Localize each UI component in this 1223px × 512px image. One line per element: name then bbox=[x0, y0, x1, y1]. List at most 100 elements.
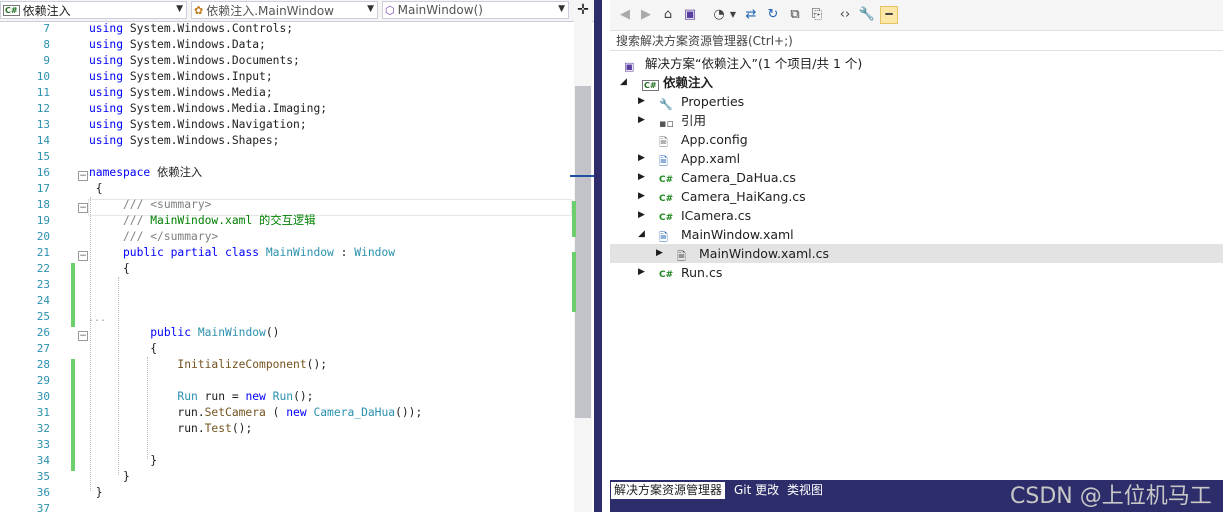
code-line[interactable]: { bbox=[89, 261, 130, 277]
code-line[interactable]: namespace 依赖注入 bbox=[89, 165, 202, 181]
scrollbar-change-mark bbox=[572, 201, 576, 237]
sync-icon[interactable]: ⇄ bbox=[742, 6, 760, 24]
code-token: { bbox=[89, 262, 130, 275]
collapse-icon[interactable]: − bbox=[78, 251, 88, 261]
code-token: using bbox=[89, 54, 124, 67]
class-dropdown[interactable]: ✿ 依赖注入.MainWindow ▼ bbox=[191, 1, 378, 19]
tree-item-solution[interactable]: ▣ 解决方案“依赖注入”(1 个项目/共 1 个) bbox=[610, 54, 1223, 73]
tree-item[interactable]: ▶ C# Camera_DaHua.cs bbox=[610, 168, 1223, 187]
chevron-down-icon[interactable]: ▼ bbox=[724, 6, 742, 24]
collapse-all-icon[interactable]: ⧉ bbox=[786, 6, 804, 24]
code-token: public bbox=[89, 326, 192, 339]
properties-wrench-icon[interactable]: 🔧 bbox=[858, 6, 876, 24]
code-token: using bbox=[89, 102, 124, 115]
collapse-icon[interactable]: − bbox=[78, 331, 88, 341]
scrollbar-thumb[interactable] bbox=[575, 86, 591, 418]
tree-item[interactable]: ▶ 🗎 App.xaml bbox=[610, 149, 1223, 168]
line-number: 15 bbox=[36, 150, 50, 163]
code-line[interactable]: public partial class MainWindow : Window bbox=[89, 245, 395, 261]
expand-arrow-icon[interactable]: ▶ bbox=[638, 111, 645, 130]
code-line[interactable]: } bbox=[89, 469, 130, 485]
code-line[interactable]: using System.Windows.Documents; bbox=[89, 53, 300, 69]
tree-item[interactable]: ▶ ▪▫ 引用 bbox=[610, 111, 1223, 130]
forward-icon[interactable]: ▶ bbox=[637, 6, 655, 24]
code-line[interactable]: run.Test(); bbox=[89, 421, 252, 437]
tree-item[interactable]: ▶ 🗎 MainWindow.xaml.cs bbox=[610, 244, 1223, 263]
code-line[interactable]: Run run = new Run(); bbox=[89, 389, 313, 405]
change-marker bbox=[71, 359, 75, 471]
tab-class-view[interactable]: 类视图 bbox=[784, 482, 826, 499]
tree-item[interactable]: ▶ C# ICamera.cs bbox=[610, 206, 1223, 225]
code-line[interactable]: using System.Windows.Shapes; bbox=[89, 133, 279, 149]
solution-explorer: ◀ ▶ ⌂ ▣ ◔ ▼ ⇄ ↻ ⧉ ⎘ ‹› 🔧 ━ 搜索解决方案资源管理器(C… bbox=[594, 0, 1223, 512]
code-line[interactable]: } bbox=[89, 485, 103, 501]
vertical-scrollbar[interactable] bbox=[574, 21, 592, 512]
expand-arrow-icon[interactable]: ▶ bbox=[638, 168, 645, 187]
code-line[interactable]: using System.Windows.Media; bbox=[89, 85, 273, 101]
tree-item-project[interactable]: ◢ C# 依赖注入 bbox=[610, 73, 1223, 92]
tree-item[interactable]: 🗎 App.config bbox=[610, 130, 1223, 149]
expanded-arrow-icon[interactable]: ◢ bbox=[638, 225, 645, 244]
code-line[interactable]: run.SetCamera ( new Camera_DaHua()); bbox=[89, 405, 422, 421]
code-line[interactable]: using System.Windows.Input; bbox=[89, 69, 273, 85]
line-number: 14 bbox=[36, 134, 50, 147]
code-editor[interactable]: C# 依赖注入 ▼ ✿ 依赖注入.MainWindow ▼ ⬡ MainWind… bbox=[0, 0, 594, 512]
code-line[interactable]: using System.Windows.Media.Imaging; bbox=[89, 101, 327, 117]
tab-solution-explorer[interactable]: 解决方案资源管理器 bbox=[611, 482, 726, 499]
code-line[interactable]: /// </summary> bbox=[89, 229, 218, 245]
code-token: () bbox=[265, 326, 280, 339]
code-token: System.Windows.Data; bbox=[123, 38, 266, 51]
view-code-icon[interactable]: ‹› bbox=[836, 6, 854, 24]
code-line[interactable]: using System.Windows.Controls; bbox=[89, 21, 293, 37]
refresh-icon[interactable]: ↻ bbox=[764, 6, 782, 24]
chevron-down-icon[interactable]: ▼ bbox=[367, 4, 374, 14]
code-line[interactable]: /// <summary> bbox=[89, 197, 211, 213]
tree-item[interactable]: ▶ C# Run.cs bbox=[610, 263, 1223, 282]
code-line[interactable]: InitializeComponent(); bbox=[89, 357, 327, 373]
code-line[interactable]: { bbox=[89, 341, 157, 357]
code-token: } bbox=[89, 486, 103, 499]
expand-arrow-icon[interactable]: ▶ bbox=[638, 263, 645, 282]
tree-item[interactable]: ◢ 🗎 MainWindow.xaml bbox=[610, 225, 1223, 244]
expand-arrow-icon[interactable]: ▶ bbox=[638, 187, 645, 206]
code-token: MainWindow bbox=[259, 246, 334, 259]
back-icon[interactable]: ◀ bbox=[616, 6, 634, 24]
class-dropdown-label: 依赖注入.MainWindow bbox=[206, 3, 334, 18]
collapsed-region-ellipsis[interactable]: ... bbox=[88, 313, 106, 324]
tree-item-label: Properties bbox=[681, 94, 745, 109]
expand-arrow-icon[interactable]: ▶ bbox=[638, 206, 645, 225]
line-number: 35 bbox=[36, 470, 50, 483]
expand-arrow-icon[interactable]: ▶ bbox=[656, 244, 663, 263]
member-dropdown[interactable]: ⬡ MainWindow() ▼ bbox=[382, 1, 569, 19]
tab-git-changes[interactable]: Git 更改 bbox=[731, 482, 782, 499]
project-label: 依赖注入 bbox=[663, 75, 714, 90]
show-all-files-icon[interactable]: ⎘ bbox=[808, 6, 826, 24]
expand-arrow-icon[interactable]: ▶ bbox=[638, 92, 645, 111]
split-editor-icon[interactable]: ✛ bbox=[574, 1, 592, 19]
code-token: (); bbox=[293, 390, 314, 403]
tree-item-label: MainWindow.xaml bbox=[681, 227, 794, 242]
project-dropdown[interactable]: C# 依赖注入 ▼ bbox=[0, 1, 187, 19]
tree-item[interactable]: ▶ 🔧 Properties bbox=[610, 92, 1223, 111]
switch-views-icon[interactable]: ▣ bbox=[681, 6, 699, 24]
chevron-down-icon[interactable]: ▼ bbox=[176, 4, 183, 14]
preview-selected-items-icon[interactable]: ━ bbox=[880, 6, 898, 24]
explorer-search-input[interactable]: 搜索解决方案资源管理器(Ctrl+;) bbox=[610, 31, 1223, 51]
code-token: using bbox=[89, 118, 124, 131]
code-line[interactable]: /// MainWindow.xaml 的交互逻辑 bbox=[89, 213, 316, 229]
expanded-arrow-icon[interactable]: ◢ bbox=[620, 73, 627, 92]
code-token: { bbox=[89, 342, 158, 355]
expand-arrow-icon[interactable]: ▶ bbox=[638, 149, 645, 168]
tree-item-label: ICamera.cs bbox=[681, 208, 752, 223]
code-area[interactable]: 7 using System.Windows.Controls; 8 using Sy… bbox=[0, 21, 572, 512]
code-line[interactable]: using System.Windows.Data; bbox=[89, 37, 266, 53]
collapse-icon[interactable]: − bbox=[78, 203, 88, 213]
tree-item-label: 引用 bbox=[681, 113, 707, 128]
line-number: 34 bbox=[36, 454, 50, 467]
chevron-down-icon[interactable]: ▼ bbox=[558, 4, 565, 14]
code-line[interactable]: using System.Windows.Navigation; bbox=[89, 117, 307, 133]
collapse-icon[interactable]: − bbox=[78, 171, 88, 181]
code-line[interactable]: { bbox=[89, 181, 103, 197]
home-icon[interactable]: ⌂ bbox=[659, 6, 677, 24]
tree-item[interactable]: ▶ C# Camera_HaiKang.cs bbox=[610, 187, 1223, 206]
